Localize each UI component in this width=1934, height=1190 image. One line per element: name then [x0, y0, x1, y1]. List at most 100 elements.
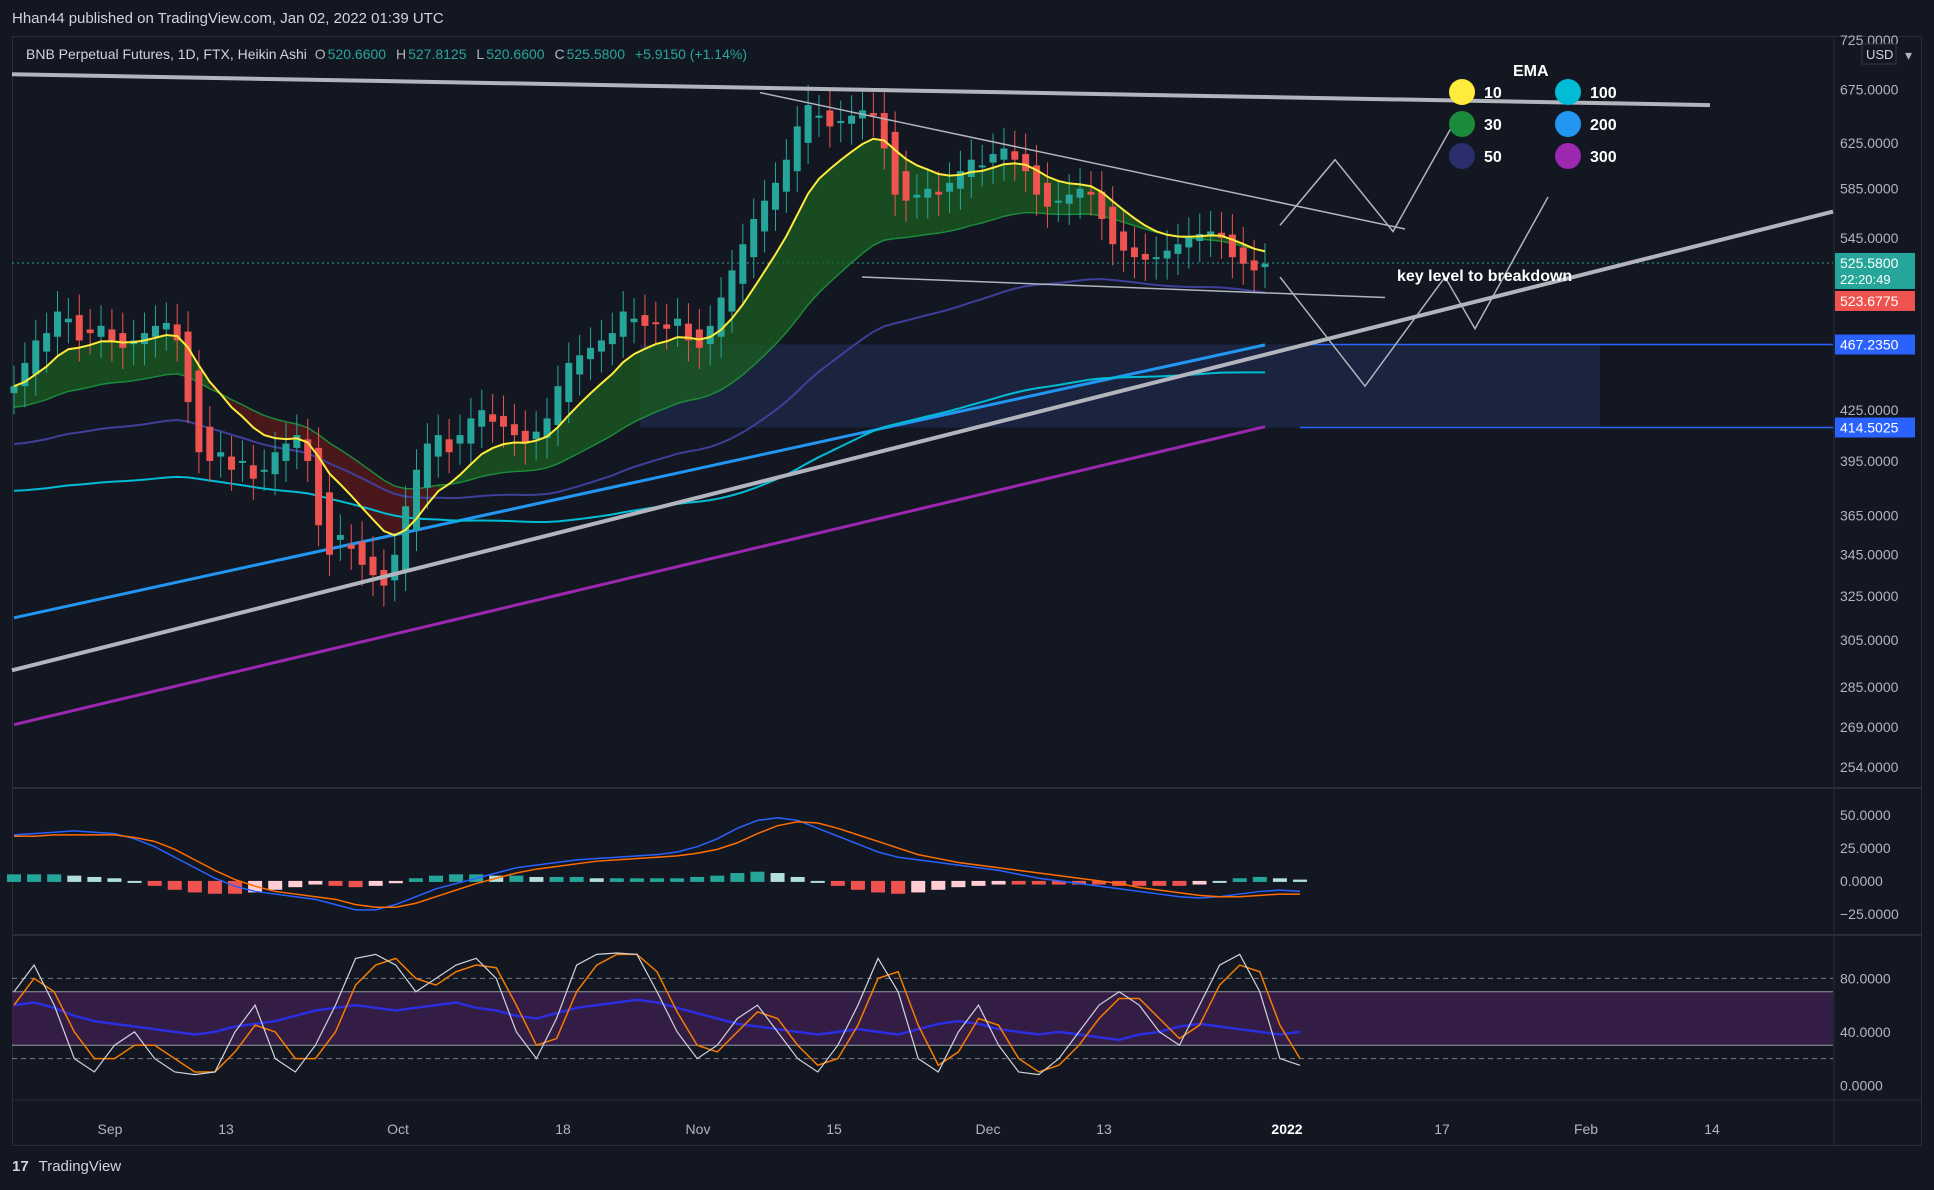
time-tick-label: 14 — [1704, 1121, 1720, 1137]
price-tick-label: 345.0000 — [1840, 547, 1899, 563]
candle-body — [869, 113, 877, 116]
ema-ribbon-segment — [677, 337, 689, 404]
macd-histogram-bar — [991, 880, 1006, 885]
macd-histogram-bar — [911, 880, 926, 893]
time-tick-label: 13 — [1096, 1121, 1112, 1137]
stoch-tick-label: 0.0000 — [1840, 1077, 1883, 1093]
candle-body — [837, 121, 845, 124]
candle-body — [489, 414, 497, 422]
macd-histogram-bar — [147, 880, 162, 886]
candle-body — [1109, 206, 1117, 245]
candle-body — [1054, 200, 1062, 203]
candle-body — [108, 329, 116, 341]
macd-histogram-bar — [509, 875, 524, 882]
ema-ribbon-segment — [383, 480, 395, 536]
time-tick-label: 17 — [1434, 1121, 1450, 1137]
candle-body — [260, 469, 268, 472]
ema-ribbon-segment — [829, 159, 841, 283]
candle-body — [608, 333, 616, 345]
candle-body — [946, 182, 954, 192]
macd-histogram-bar — [589, 878, 604, 882]
candle-body — [369, 556, 377, 576]
candle-body — [423, 443, 431, 488]
ema-legend-swatch — [1449, 143, 1475, 169]
price-tick-label: 585.0000 — [1840, 181, 1899, 197]
low-value: 520.6600 — [486, 46, 545, 62]
ema-ribbon-segment — [851, 144, 863, 263]
settings-chevron-icon: ▾ — [1905, 47, 1912, 63]
ema-ribbon-segment — [623, 354, 635, 429]
time-tick-label: 15 — [826, 1121, 842, 1137]
macd-histogram-bar — [850, 880, 865, 890]
macd-histogram-bar — [690, 876, 705, 882]
time-tick-label: Sep — [98, 1121, 123, 1137]
chart-svg[interactable]: 725.0000675.0000625.0000585.0000545.0000… — [0, 0, 1934, 1190]
candle-body — [282, 443, 290, 461]
candle-body — [64, 318, 72, 323]
time-tick-label: Nov — [686, 1121, 711, 1137]
candle-body — [1022, 154, 1030, 172]
footer-logo-text: TradingView — [38, 1158, 122, 1175]
ema-ribbon-segment — [927, 169, 939, 235]
ema-ribbon-segment — [351, 456, 363, 508]
macd-histogram-bar — [1031, 880, 1046, 885]
macd-histogram-bar — [187, 880, 202, 893]
macd-histogram-bar — [1212, 880, 1227, 883]
ema-ribbon-segment — [79, 344, 91, 390]
candle-body — [445, 439, 453, 453]
candle-body — [1098, 191, 1106, 219]
candle-body — [249, 465, 257, 479]
candle-body — [500, 415, 508, 427]
ema-ribbon-segment — [873, 138, 885, 246]
symbol-name[interactable]: BNB Perpetual Futures, 1D, FTX, Heikin A… — [26, 46, 307, 62]
candle-body — [119, 333, 127, 348]
candle-body — [989, 154, 997, 163]
key-level-annotation: key level to breakdown — [1397, 268, 1572, 285]
close-label: C — [554, 46, 565, 62]
macd-tick-label: −25.0000 — [1840, 906, 1899, 922]
ema-ribbon-segment — [840, 151, 852, 273]
price-tick-label: 395.0000 — [1840, 453, 1899, 469]
ema-ribbon-segment — [503, 442, 515, 473]
macd-histogram-bar — [629, 878, 644, 882]
time-tick-label: 13 — [218, 1121, 234, 1137]
candle-body — [771, 182, 779, 210]
ema-legend-swatch — [1449, 111, 1475, 137]
macd-histogram-bar — [408, 878, 423, 882]
ema-ribbon-segment — [808, 178, 819, 305]
macd-histogram-bar — [288, 880, 303, 888]
ema-legend-label: 10 — [1484, 85, 1502, 102]
support-zone — [640, 344, 1600, 428]
macd-histogram-bar — [67, 875, 82, 882]
candle-body — [663, 324, 671, 329]
candle-body — [804, 105, 812, 143]
candle-body — [10, 386, 18, 394]
ema-ribbon-segment — [514, 442, 526, 472]
price-tick-label: 425.0000 — [1840, 402, 1899, 418]
candle-body — [1141, 253, 1149, 260]
candle-body — [761, 200, 769, 232]
candle-body — [478, 410, 486, 427]
candle-body — [587, 347, 595, 360]
tradingview-logo-icon: 17 — [12, 1158, 29, 1175]
macd-histogram-bar — [368, 880, 383, 886]
candle-body — [325, 492, 333, 555]
candle-body — [336, 534, 344, 540]
ema-ribbon-segment — [818, 168, 830, 293]
ema-legend-label: 50 — [1484, 149, 1502, 166]
footer: 17 TradingView — [12, 1158, 121, 1175]
ema-ribbon-segment — [525, 440, 537, 472]
ema-legend-label: 100 — [1590, 85, 1617, 102]
ema-ribbon-segment — [166, 335, 178, 375]
macd-histogram-bar — [1132, 880, 1147, 886]
candle-body — [358, 541, 366, 565]
ema-legend-swatch — [1555, 111, 1581, 137]
candle-body — [162, 322, 170, 330]
candle-body — [1261, 263, 1269, 268]
macd-histogram-bar — [931, 880, 946, 890]
ema-legend-swatch — [1555, 79, 1581, 105]
candle-body — [597, 340, 605, 352]
macd-histogram-bar — [951, 880, 966, 888]
ema-ribbon-segment — [90, 341, 102, 388]
candle-body — [728, 270, 736, 312]
